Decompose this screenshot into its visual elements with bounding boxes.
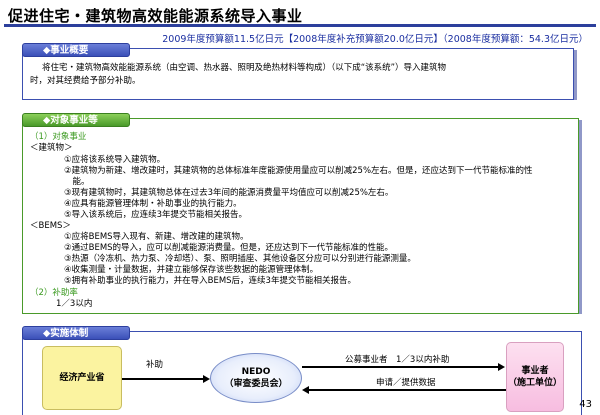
g2-item-4: ④收集测量・计量数据，并建立能够保存该些数据的能源管理体制。 [64,265,319,275]
overview-header: ◆事业概要 [22,43,130,57]
page-title: 促进住宅・建筑物高效能能源系统导入事业 [8,7,303,25]
overview-shadow [574,50,577,100]
arrow-subsidy-line [122,378,204,380]
group-bems: ＜BEMS＞ [30,221,71,231]
impl-header: ◆实施体制 [22,326,130,340]
arrow-public-head [498,362,505,371]
g2-item-2: ②通过BEMS的导入，应可以削减能源消费量。但是，还应达到下一代节能标准的性能。 [64,243,394,253]
g1-item-1: ①应将该系统导入建筑物。 [64,155,166,165]
nedo-name: NEDO [241,367,271,377]
ministry-label: 经济产业省 [59,373,105,383]
target-header: ◆对象事业等 [22,113,130,127]
operator-name: 事业者 [521,366,549,376]
nedo-label: NEDO （审查委员会） [224,366,287,390]
target-sub-2: （2）补助率 [30,288,78,298]
overview-line-1: 将住宅・建筑物高效能能源系统（由空调、热水器、照明及绝热材料等构成）（以下成“该… [42,63,447,73]
target-shadow [579,120,582,314]
g1-item-5: ⑤导入该系统后，应连续3年提交节能相关报告。 [64,210,248,220]
g1-item-2: ②建筑物为新建、增改建时，其建筑物的总体标准年度能源使用量应可以削减25%左右。… [64,166,533,176]
overview-line-2: 时，对其经费给予部分补助。 [30,76,141,86]
page-number: 43 [579,399,592,410]
g1-item-4: ④应具有能源管理体制・补助事业的执行能力。 [64,199,242,209]
arrow-subsidy-label: 补助 [146,360,164,370]
g2-item-1: ①应将BEMS导入现有、新建、增改建的建筑物。 [64,232,249,242]
arrow-apply-label: 申请／提供数据 [376,378,436,388]
g1-item-3: ③现有建筑物时，其建筑物总体在过去3年间的能源消费量平均值应可以削减25%左右。 [64,188,394,198]
arrow-apply-line [308,389,506,391]
nedo-committee: （审查委员会） [224,379,288,389]
operator-box: 事业者 （施工单位） [506,342,564,412]
operator-sub: （施工单位） [507,378,562,388]
title-rule [4,24,596,27]
operator-label: 事业者 （施工单位） [508,365,562,389]
g2-item-3: ③热源（冷冻机、热力泵、冷却塔）、泵、照明插座、其他设备区分应可以分别进行能源测… [64,254,416,264]
ministry-box: 经济产业省 [42,346,122,410]
arrow-public-line [302,366,499,368]
subsidy-rate: 1／3以内 [56,299,93,309]
target-sub-1: （1）对象事业 [30,132,87,142]
arrow-subsidy-head [203,374,210,383]
group-building: ＜建筑物＞ [30,143,73,153]
g2-item-5: ⑤拥有补助事业的执行能力，并在导入BEMS后，连续3年提交节能相关报告。 [64,276,356,286]
g1-item-2-cont: 能。 [64,177,90,187]
budget-line: 2009年度预算额11.5亿日元【2008年度补充预算额20.0亿日元】（200… [162,34,588,45]
arrow-public-label: 公募事业者 1／3以内补助 [345,355,450,365]
nedo-oval: NEDO （审查委员会） [210,353,302,403]
